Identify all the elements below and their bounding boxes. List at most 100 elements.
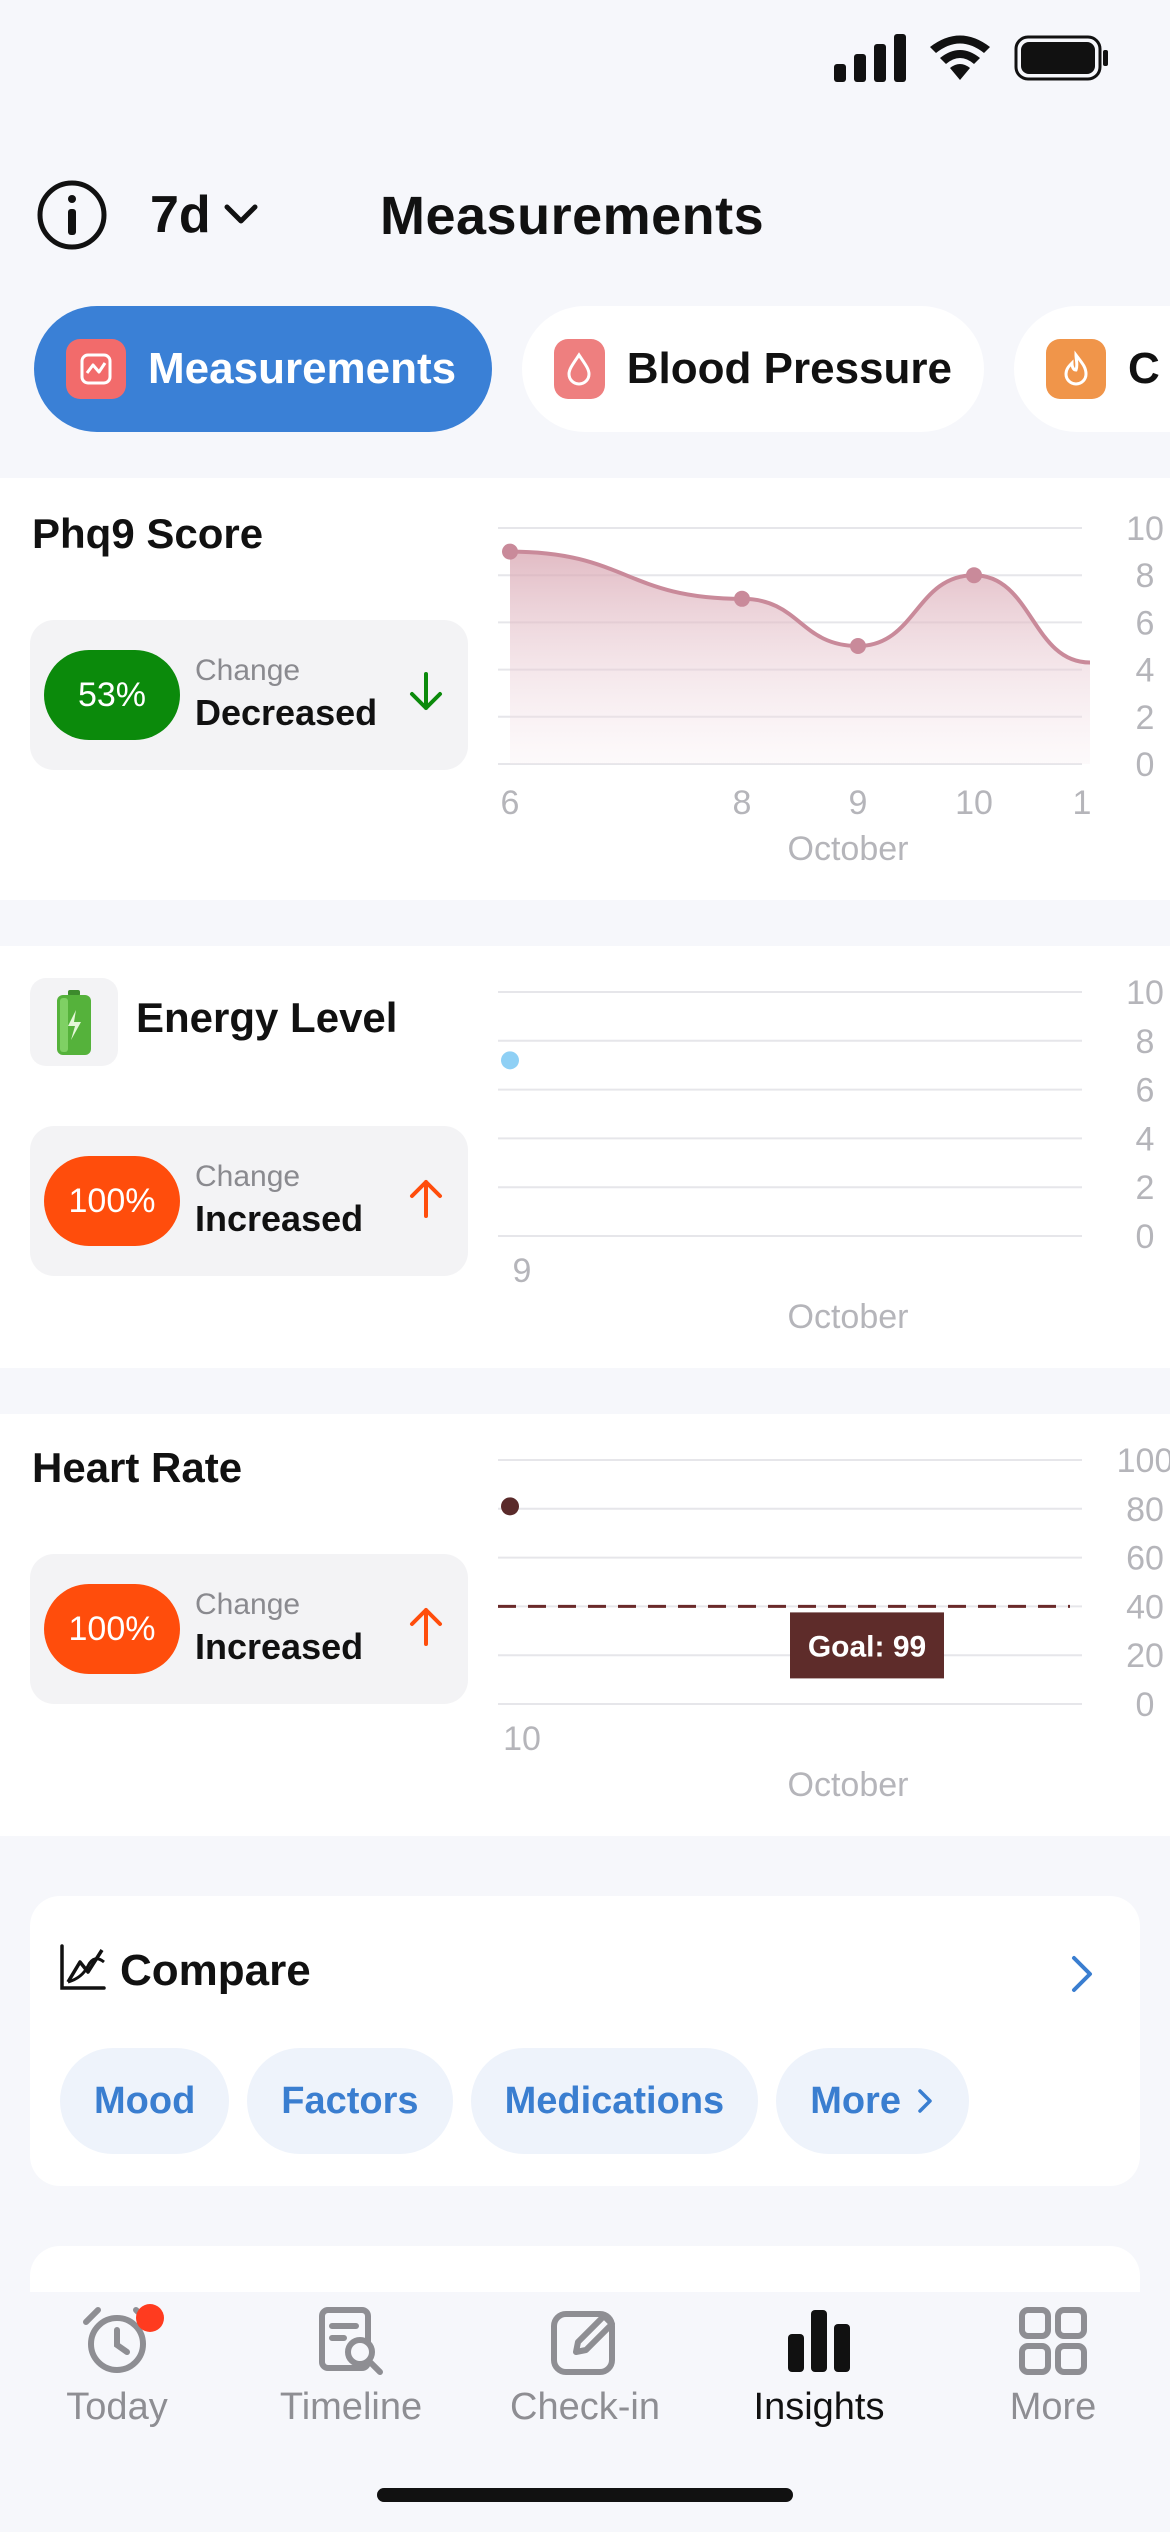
x-tick-label: 9	[849, 784, 868, 822]
data-point	[850, 638, 866, 654]
tab-today[interactable]: Today	[0, 2304, 234, 2429]
compare-card[interactable]: Compare Mood Factors Medications More	[30, 1896, 1140, 2186]
y-tick-label: 6	[1136, 604, 1155, 642]
info-icon[interactable]	[36, 179, 108, 251]
tag-label: Mood	[94, 2079, 196, 2122]
page-title: Measurements	[380, 186, 765, 246]
energy-chart: 10 8 6 4 2 0 9 October	[498, 974, 1164, 1336]
data-point	[501, 1497, 519, 1516]
change-label: Change	[195, 1160, 301, 1193]
tab-label: Timeline	[279, 2386, 423, 2428]
tag-more[interactable]: More	[776, 2048, 969, 2154]
tag-factors[interactable]: Factors	[247, 2048, 453, 2154]
y-tick-label: 60	[1126, 1540, 1164, 1578]
tab-label: Today	[66, 2386, 168, 2428]
flame-icon	[1046, 339, 1106, 399]
x-axis-label: October	[788, 830, 909, 868]
y-tick-label: 0	[1136, 746, 1155, 784]
edit-icon	[551, 2311, 615, 2375]
header: 7d Measurements	[0, 165, 1170, 275]
status-bar	[0, 0, 1170, 130]
notification-badge	[136, 2304, 164, 2332]
y-tick-label: 80	[1126, 1491, 1164, 1529]
data-point	[501, 1051, 519, 1070]
tab-timeline[interactable]: Timeline	[234, 2304, 468, 2429]
y-tick-label: 2	[1136, 699, 1155, 737]
y-tick-label: 4	[1136, 652, 1155, 690]
data-point	[734, 590, 750, 607]
battery-energy-icon	[30, 978, 118, 1066]
chip-label: Measurements	[148, 344, 457, 393]
y-tick-label: 10	[1126, 510, 1164, 548]
tag-label: Medications	[504, 2079, 725, 2122]
battery-icon	[1014, 35, 1108, 81]
compare-tags: Mood Factors Medications More	[60, 2048, 969, 2154]
y-tick-label: 8	[1136, 1023, 1155, 1061]
y-tick-label: 20	[1126, 1637, 1164, 1675]
x-tick-label: 1	[1073, 784, 1092, 822]
chip-c[interactable]: C	[1014, 306, 1170, 432]
chevron-right-icon	[918, 2089, 932, 2113]
line-chart-icon	[60, 1944, 106, 1990]
change-label: Change	[195, 654, 301, 687]
heart-rate-chart: 100 80 60 40 20 0 Goal: 99 10 October	[498, 1442, 1170, 1804]
card-title: Energy Level	[136, 994, 398, 1041]
card-title: Heart Rate	[32, 1444, 243, 1491]
x-axis-label: October	[788, 1766, 909, 1804]
y-tick-label: 10	[1126, 974, 1164, 1012]
home-indicator	[377, 2488, 793, 2502]
data-point	[502, 543, 518, 560]
phq9-card[interactable]: Phq9 Score 53% Change Decreased 10 8 6 4 2 0 6…	[0, 478, 1170, 900]
change-percent-pill: 100%	[44, 1156, 180, 1246]
x-tick-label: 8	[733, 784, 752, 822]
range-selector[interactable]: 7d	[150, 185, 259, 245]
heart-rate-card[interactable]: Heart Rate 100% Change Increased 100 80 60…	[0, 1414, 1170, 1836]
change-percent-pill: 100%	[44, 1584, 180, 1674]
x-tick-label: 10	[955, 784, 993, 822]
y-tick-label: 0	[1136, 1686, 1155, 1724]
arrow-up-icon	[410, 1180, 442, 1218]
tag-mood[interactable]: Mood	[60, 2048, 230, 2154]
tab-label: More	[1009, 2386, 1097, 2428]
change-percent-pill: 53%	[44, 650, 180, 740]
change-box: 53% Change Decreased	[30, 620, 468, 770]
tab-label: Check-in	[510, 2386, 660, 2428]
change-label: Change	[195, 1588, 301, 1621]
tag-medications[interactable]: Medications	[470, 2048, 759, 2154]
chevron-right-icon[interactable]	[1066, 1954, 1096, 1994]
energy-card[interactable]: Energy Level 100% Change Increased 10 8 6 4…	[0, 946, 1170, 1368]
compare-title: Compare	[120, 1946, 311, 1995]
x-tick-label: 10	[503, 1720, 541, 1758]
y-tick-label: 100	[1117, 1442, 1170, 1480]
tab-insights[interactable]: Insights	[702, 2304, 936, 2429]
category-chips: Measurements Blood Pressure C	[0, 306, 1170, 434]
x-tick-label: 9	[513, 1252, 532, 1290]
change-direction: Decreased	[195, 692, 378, 733]
signal-icon	[834, 34, 906, 82]
change-direction: Increased	[195, 1626, 364, 1667]
tab-more[interactable]: More	[936, 2304, 1170, 2429]
wifi-icon	[930, 35, 990, 80]
chip-label: C	[1128, 344, 1160, 393]
goal-label: Goal: 99	[808, 1630, 926, 1663]
x-axis-label: October	[788, 1298, 909, 1336]
arrow-up-icon	[410, 1608, 442, 1646]
data-point	[966, 567, 982, 584]
change-box: 100% Change Increased	[30, 1554, 468, 1704]
chip-measurements[interactable]: Measurements	[34, 306, 492, 432]
tag-label: Factors	[281, 2079, 419, 2122]
chip-blood-pressure[interactable]: Blood Pressure	[522, 306, 984, 432]
drop-icon	[554, 339, 605, 399]
arrow-down-icon	[410, 672, 442, 710]
chevron-down-icon	[224, 204, 258, 224]
tab-label: Insights	[753, 2386, 885, 2428]
y-tick-label: 8	[1136, 557, 1155, 595]
y-tick-label: 2	[1136, 1169, 1155, 1207]
bar-chart-icon	[788, 2310, 850, 2372]
y-tick-label: 4	[1136, 1120, 1155, 1158]
range-label: 7d	[150, 186, 211, 244]
tab-check-in[interactable]: Check-in	[468, 2304, 702, 2429]
chip-label: Blood Pressure	[626, 344, 952, 393]
grid-icon	[1019, 2307, 1087, 2375]
tag-label: More	[810, 2079, 901, 2122]
